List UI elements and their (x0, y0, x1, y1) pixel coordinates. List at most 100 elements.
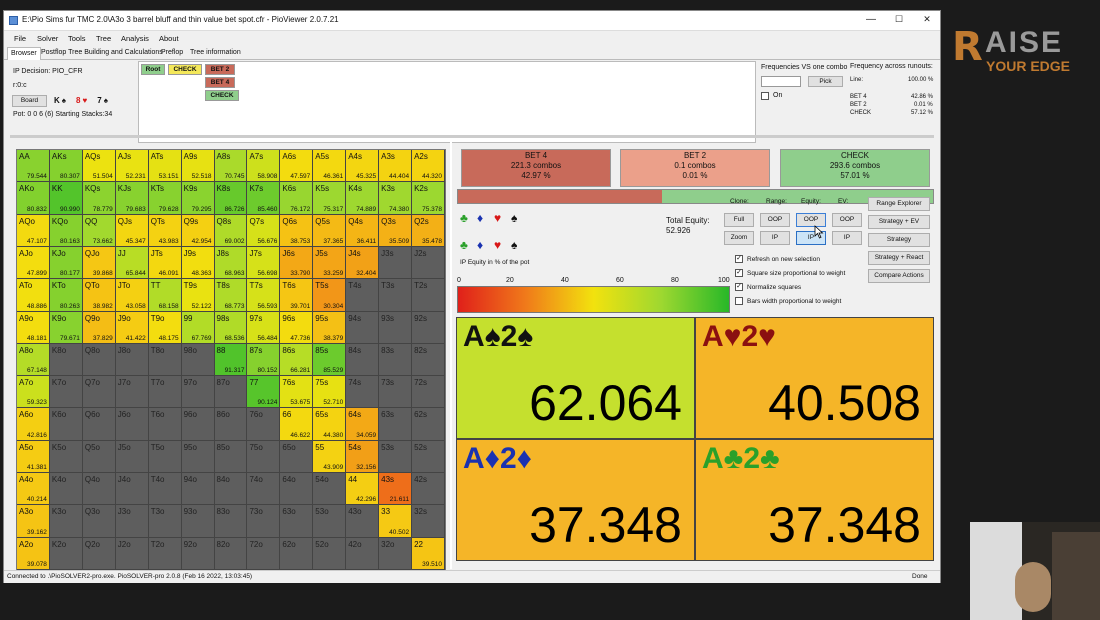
diamond-icon-2[interactable]: ♦ (477, 239, 483, 251)
range-cell-q5s[interactable]: Q5s 37.365 (313, 214, 347, 247)
menu-analysis[interactable]: Analysis (121, 34, 149, 43)
range-cell-a2o[interactable]: A2o 39.078 (17, 537, 50, 570)
range-cell-qto[interactable]: QTo 38.982 (82, 279, 116, 312)
range-cell-k9o[interactable]: K9o 79.671 (49, 311, 83, 344)
range-cell-54o[interactable]: 54o (313, 473, 347, 506)
range-cell-73o[interactable]: 73o (247, 505, 281, 538)
ev-oop-button[interactable]: OOP (832, 213, 862, 227)
action-bet2-box[interactable]: BET 2 0.1 combos 0.01 % (620, 149, 770, 187)
close-button[interactable]: ✕ (920, 14, 934, 25)
action-check-box[interactable]: CHECK 293.6 combos 57.01 % (780, 149, 930, 187)
range-cell-66[interactable]: 66 46.622 (280, 408, 314, 441)
range-cell-98o[interactable]: 98o (181, 343, 215, 377)
range-cell-22[interactable]: 22 39.510 (412, 537, 445, 570)
range-cell-64s[interactable]: 64s 34.059 (346, 408, 380, 441)
range-cell-t9o[interactable]: T9o 48.175 (148, 311, 182, 344)
tab-postflop-tree[interactable]: Postflop Tree Building and Calculations (38, 47, 166, 60)
range-cell-73s[interactable]: 73s (379, 376, 413, 409)
range-cell-t6s[interactable]: T6s 39.701 (280, 279, 314, 312)
range-cell-74s[interactable]: 74s (346, 376, 380, 409)
range-cell-j3s[interactable]: J3s (379, 246, 413, 280)
range-cell-93o[interactable]: 93o (181, 505, 215, 538)
range-cell-54s[interactable]: 54s 32.156 (346, 440, 380, 474)
heart-icon-2[interactable]: ♥ (494, 239, 501, 251)
range-cell-q7o[interactable]: Q7o (82, 376, 116, 409)
club-icon-2[interactable]: ♣ (460, 239, 468, 251)
range-cell-ajo[interactable]: AJo 47.899 (17, 246, 50, 280)
range-explorer-button[interactable]: Range Explorer (868, 197, 930, 211)
range-cell-a5s[interactable]: A5s 46.361 (313, 150, 347, 183)
range-cell-q5o[interactable]: Q5o (82, 440, 116, 474)
range-cell-j6s[interactable]: J6s 33.790 (280, 246, 314, 280)
pick-button[interactable]: Pick (808, 76, 843, 87)
range-cell-j6o[interactable]: J6o (115, 408, 149, 441)
range-cell-q3o[interactable]: Q3o (82, 505, 116, 538)
range-cell-93s[interactable]: 93s (379, 311, 413, 344)
range-cell-76o[interactable]: 76o (247, 408, 281, 441)
tree-node-root[interactable]: Root (141, 64, 165, 75)
board-button[interactable]: Board (12, 95, 47, 107)
strategy-ev-button[interactable]: Strategy + EV (868, 215, 930, 229)
range-cell-a2s[interactable]: A2s 44.320 (412, 150, 445, 183)
range-cell-72o[interactable]: 72o (247, 537, 281, 570)
range-cell-75o[interactable]: 75o (247, 440, 281, 474)
range-cell-83o[interactable]: 83o (214, 505, 248, 538)
range-cell-j3o[interactable]: J3o (115, 505, 149, 538)
range-cell-aa[interactable]: AA 79.544 (17, 150, 50, 183)
range-cell-99[interactable]: 99 67.769 (181, 311, 215, 344)
range-cell-ats[interactable]: ATs 53.151 (148, 150, 182, 183)
range-cell-98s[interactable]: 98s 68.536 (214, 311, 248, 344)
range-cell-87o[interactable]: 87o (214, 376, 248, 409)
range-cell-52o[interactable]: 52o (313, 537, 347, 570)
range-cell-a7o[interactable]: A7o 59.323 (17, 376, 50, 409)
range-cell-j2s[interactable]: J2s (412, 246, 445, 280)
tab-preflop[interactable]: Preflop (158, 47, 186, 60)
range-cell-q4o[interactable]: Q4o (82, 473, 116, 506)
range-cell-84s[interactable]: 84s (346, 343, 380, 377)
range-cell-96s[interactable]: 96s 47.736 (280, 311, 314, 344)
action-bet4-box[interactable]: BET 4 221.3 combos 42.97 % (461, 149, 611, 187)
range-cell-t7s[interactable]: T7s 56.593 (247, 279, 281, 312)
range-cell-74o[interactable]: 74o (247, 473, 281, 506)
combo-ah2h-panel[interactable]: A♥2♥ 40.508 (695, 317, 934, 439)
range-cell-85o[interactable]: 85o (214, 440, 248, 474)
range-cell-kto[interactable]: KTo 80.263 (49, 279, 83, 312)
strategy-react-button[interactable]: Strategy + React (868, 251, 930, 265)
range-cell-j8s[interactable]: J8s 68.963 (214, 246, 248, 280)
range-cell-63s[interactable]: 63s (379, 408, 413, 441)
range-cell-32s[interactable]: 32s (412, 505, 445, 538)
range-cell-j2o[interactable]: J2o (115, 537, 149, 570)
range-cell-k9s[interactable]: K9s 79.295 (181, 182, 215, 215)
tree-node-bet4[interactable]: BET 4 (205, 77, 235, 88)
range-cell-t5s[interactable]: T5s 30.304 (313, 279, 347, 312)
range-cell-jto[interactable]: JTo 43.058 (115, 279, 149, 312)
combo-input[interactable] (761, 76, 801, 87)
range-cell-a9s[interactable]: A9s 52.518 (181, 150, 215, 183)
menu-file[interactable]: File (14, 34, 26, 43)
tab-tree-information[interactable]: Tree information (187, 47, 244, 60)
range-cell-t8o[interactable]: T8o (148, 343, 182, 377)
maximize-button[interactable]: ☐ (892, 14, 906, 25)
range-cell-43s[interactable]: 43s 21.611 (379, 473, 413, 506)
range-cell-q9o[interactable]: Q9o 37.829 (82, 311, 116, 344)
range-cell-t2s[interactable]: T2s (412, 279, 445, 312)
range-cell-q2o[interactable]: Q2o (82, 537, 116, 570)
spade-icon[interactable]: ♠ (511, 212, 517, 224)
ev-ip-button[interactable]: IP (832, 231, 862, 245)
range-cell-76s[interactable]: 76s 53.675 (280, 376, 314, 409)
range-cell-86s[interactable]: 86s 66.281 (280, 343, 314, 377)
range-cell-kqo[interactable]: KQo 80.163 (49, 214, 83, 247)
range-cell-kk[interactable]: KK 90.990 (49, 182, 83, 215)
range-cell-j5o[interactable]: J5o (115, 440, 149, 474)
range-cell-aqo[interactable]: AQo 47.107 (17, 214, 50, 247)
range-cell-k7o[interactable]: K7o (49, 376, 83, 409)
range-cell-qts[interactable]: QTs 43.983 (148, 214, 182, 247)
range-cell-95o[interactable]: 95o (181, 440, 215, 474)
range-cell-k5o[interactable]: K5o (49, 440, 83, 474)
range-cell-t2o[interactable]: T2o (148, 537, 182, 570)
range-cell-94o[interactable]: 94o (181, 473, 215, 506)
range-cell-k4s[interactable]: K4s 74.889 (346, 182, 380, 215)
range-cell-qjs[interactable]: QJs 45.347 (115, 214, 149, 247)
range-cell-a8s[interactable]: A8s 70.745 (214, 150, 248, 183)
range-cell-t8s[interactable]: T8s 68.773 (214, 279, 248, 312)
